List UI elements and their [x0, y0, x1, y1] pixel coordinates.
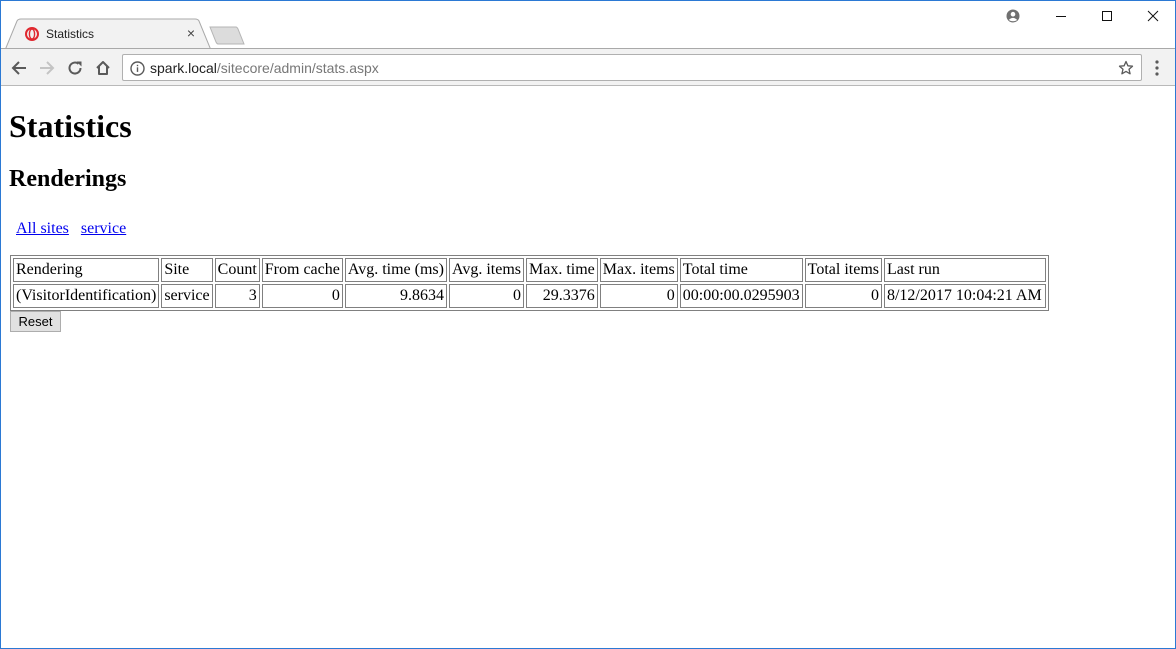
- cell-from-cache: 0: [261, 284, 343, 308]
- new-tab-button[interactable]: [209, 26, 245, 45]
- forward-arrow-icon[interactable]: [36, 57, 58, 79]
- header-cell: Site: [161, 258, 213, 282]
- header-cell: Last run: [883, 258, 1046, 282]
- info-icon[interactable]: [130, 61, 145, 76]
- page-title: Statistics: [9, 108, 132, 144]
- cell-count: 3: [214, 284, 260, 308]
- header-cell: Max. time: [526, 258, 598, 282]
- renderings-table: Rendering Site Count From cache Avg. tim…: [10, 255, 1049, 311]
- link-all-sites[interactable]: All sites: [16, 220, 69, 237]
- reload-icon[interactable]: [64, 57, 86, 79]
- section-title: Renderings: [9, 166, 127, 192]
- cell-last-run: 8/12/2017 10:04:21 AM: [883, 284, 1046, 308]
- header-cell: From cache: [261, 258, 343, 282]
- header-cell: Total time: [679, 258, 803, 282]
- header-cell: Total items: [804, 258, 882, 282]
- header-cell: Max. items: [599, 258, 678, 282]
- url-path: /sitecore/admin/stats.aspx: [216, 60, 379, 76]
- header-cell: Rendering: [13, 258, 160, 282]
- tab-strip: Statistics ×: [1, 1, 1175, 49]
- cell-avg-time: 9.8634: [344, 284, 447, 308]
- cell-max-items: 0: [599, 284, 678, 308]
- bookmark-star-icon[interactable]: [1118, 60, 1134, 76]
- cell-total-time: 00:00:00.0295903: [679, 284, 803, 308]
- header-cell: Count: [214, 258, 260, 282]
- cell-avg-items: 0: [448, 284, 525, 308]
- cell-total-items: 0: [804, 284, 882, 308]
- cell-rendering: (VisitorIdentification): [13, 284, 160, 308]
- url-host: spark.local: [150, 60, 217, 76]
- tab-close-icon[interactable]: ×: [184, 26, 198, 40]
- tab-title: Statistics: [46, 27, 95, 41]
- cell-max-time: 29.3376: [526, 284, 598, 308]
- page-content: Statistics Renderings All sites service …: [1, 87, 1175, 648]
- opera-o-icon: [25, 27, 39, 41]
- cell-site: service: [161, 284, 213, 308]
- reset-button[interactable]: Reset: [10, 311, 61, 332]
- table-header-row: Rendering Site Count From cache Avg. tim…: [13, 258, 1046, 282]
- profile-icon[interactable]: [1001, 5, 1025, 27]
- address-bar[interactable]: spark.local/sitecore/admin/stats.aspx: [122, 54, 1142, 81]
- site-filter-links: All sites service: [16, 220, 134, 238]
- header-cell: Avg. items: [448, 258, 525, 282]
- table-row: (VisitorIdentification) service 3 0 9.86…: [13, 284, 1046, 308]
- header-cell: Avg. time (ms): [344, 258, 447, 282]
- link-site-service[interactable]: service: [81, 220, 126, 237]
- home-icon[interactable]: [92, 57, 114, 79]
- menu-kebab-icon[interactable]: [1149, 59, 1165, 77]
- close-icon[interactable]: [1141, 5, 1165, 27]
- url-text[interactable]: spark.local/sitecore/admin/stats.aspx: [150, 60, 379, 76]
- browser-window: Statistics × spark.local/sitecore/admin/…: [0, 0, 1176, 649]
- maximize-icon[interactable]: [1095, 5, 1119, 27]
- minimize-icon[interactable]: [1049, 5, 1073, 27]
- browser-toolbar: spark.local/sitecore/admin/stats.aspx: [1, 48, 1175, 86]
- back-arrow-icon[interactable]: [8, 57, 30, 79]
